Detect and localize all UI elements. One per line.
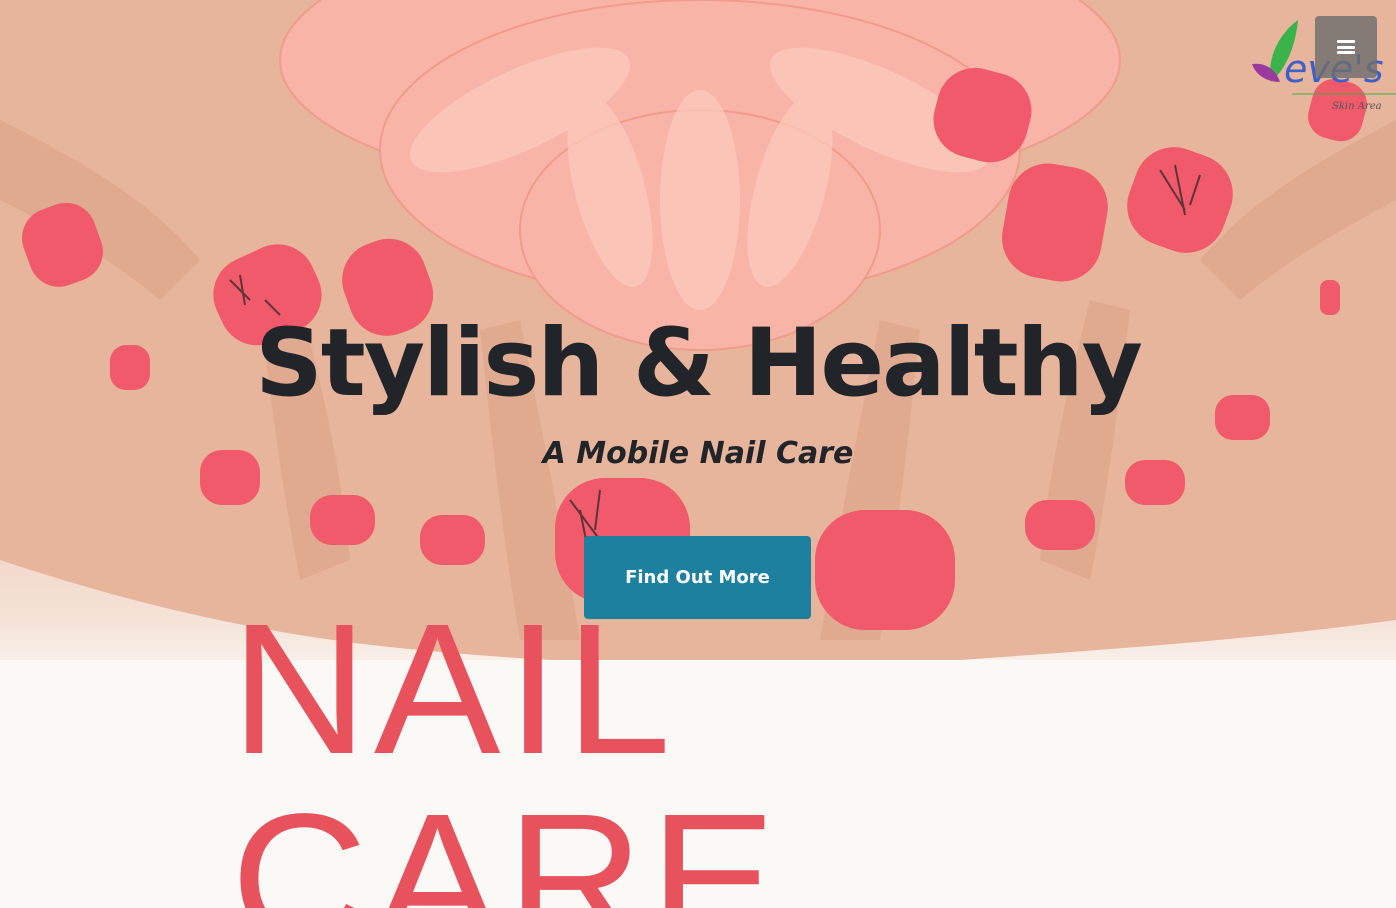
- logo-tagline: Skin Area: [1332, 101, 1382, 112]
- hero-headline: Stylish & Healthy: [255, 309, 1143, 418]
- hero-subheadline: A Mobile Nail Care: [542, 436, 854, 471]
- menu-toggle-button[interactable]: [1315, 16, 1377, 78]
- nail-care-banner: NAIL CARE: [230, 586, 783, 908]
- hero-section: eve's Skin Area Stylish & Healthy A Mobi…: [0, 0, 1396, 908]
- hamburger-menu-icon: [1337, 40, 1355, 54]
